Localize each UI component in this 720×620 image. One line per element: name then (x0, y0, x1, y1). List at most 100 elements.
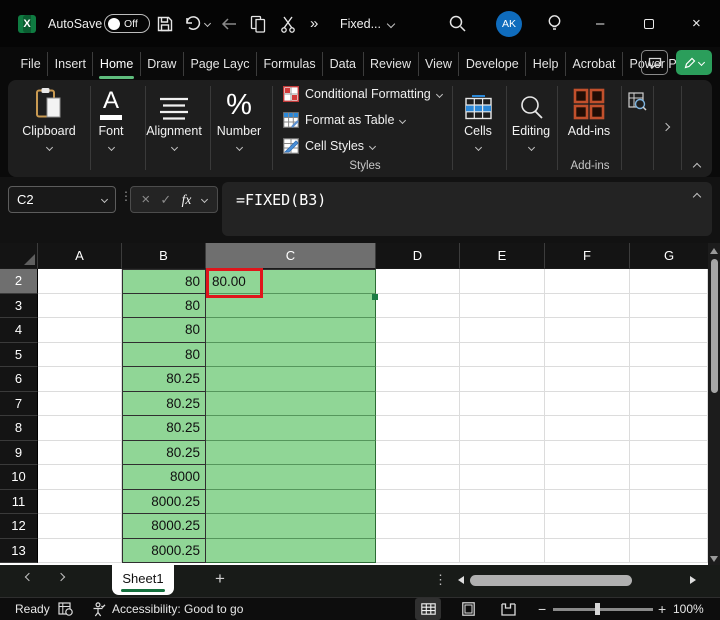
column-header-C[interactable]: C (206, 243, 376, 269)
get-addins-icon[interactable] (628, 92, 647, 116)
addins-group-label[interactable]: Add-ins (571, 160, 610, 172)
cell-C5[interactable] (206, 342, 376, 367)
cell-B10[interactable]: 8000 (122, 465, 206, 490)
row-header-9[interactable]: 9 (0, 440, 38, 465)
cell-G11[interactable] (630, 489, 708, 514)
document-name-dropdown[interactable]: Fixed... (340, 0, 396, 47)
cell-F6[interactable] (545, 367, 630, 392)
cell-E9[interactable] (460, 440, 545, 465)
column-header-D[interactable]: D (376, 243, 460, 269)
cell-G13[interactable] (630, 538, 708, 563)
tab-view[interactable]: View (417, 51, 459, 76)
cell-F4[interactable] (545, 318, 630, 343)
scroll-up-icon[interactable] (710, 248, 718, 254)
cell-F8[interactable] (545, 416, 630, 441)
close-button[interactable]: × (692, 0, 701, 47)
cell-F12[interactable] (545, 514, 630, 539)
row-header-4[interactable]: 4 (0, 318, 38, 343)
minimize-button[interactable]: – (596, 0, 604, 47)
row-header-13[interactable]: 13 (0, 538, 38, 563)
row-header-3[interactable]: 3 (0, 293, 38, 318)
cell-D12[interactable] (376, 514, 460, 539)
tab-insert[interactable]: Insert (47, 51, 92, 76)
tab-formulas[interactable]: Formulas (256, 51, 322, 76)
format-as-table-button[interactable]: Format as Table (283, 112, 407, 128)
maximize-button[interactable] (644, 0, 654, 47)
cell-C13[interactable] (206, 538, 376, 563)
cell-E2[interactable] (460, 269, 545, 294)
cell-F11[interactable] (545, 489, 630, 514)
cell-B12[interactable]: 8000.25 (122, 514, 206, 539)
row-header-7[interactable]: 7 (0, 391, 38, 416)
column-header-G[interactable]: G (630, 243, 708, 269)
sheet-bar-dots-icon[interactable]: ⋮ (434, 572, 447, 588)
cell-E5[interactable] (460, 342, 545, 367)
cell-G9[interactable] (630, 440, 708, 465)
styles-group-label[interactable]: Styles (349, 160, 380, 172)
cell-G3[interactable] (630, 293, 708, 318)
cell-E6[interactable] (460, 367, 545, 392)
cell-F9[interactable] (545, 440, 630, 465)
cell-G6[interactable] (630, 367, 708, 392)
scroll-down-icon[interactable] (710, 556, 718, 562)
conditional-formatting-button[interactable]: Conditional Formatting (283, 86, 443, 102)
cancel-icon[interactable]: × (141, 191, 150, 208)
row-header-8[interactable]: 8 (0, 416, 38, 441)
cell-D3[interactable] (376, 293, 460, 318)
excel-logo-icon[interactable]: X (18, 0, 36, 47)
cell-E8[interactable] (460, 416, 545, 441)
editing-group-button[interactable]: Editing (499, 84, 563, 152)
cell-C10[interactable] (206, 465, 376, 490)
fx-chevron-icon[interactable] (200, 195, 208, 204)
cell-D11[interactable] (376, 489, 460, 514)
zoom-level[interactable]: 100% (673, 598, 704, 620)
autosave-toggle[interactable]: Off (104, 0, 150, 47)
tab-page-layc[interactable]: Page Layc (182, 51, 256, 76)
cell-E10[interactable] (460, 465, 545, 490)
cell-A5[interactable] (38, 342, 122, 367)
column-header-A[interactable]: A (38, 243, 122, 269)
save-button[interactable] (156, 0, 174, 47)
cell-A3[interactable] (38, 293, 122, 318)
cell-A6[interactable] (38, 367, 122, 392)
cell-D5[interactable] (376, 342, 460, 367)
copy-button[interactable] (250, 0, 267, 47)
cell-C7[interactable] (206, 391, 376, 416)
lightbulb-icon[interactable] (547, 0, 562, 47)
tab-review[interactable]: Review (362, 51, 418, 76)
addins-button[interactable]: Add-ins (557, 84, 621, 138)
cell-B3[interactable]: 80 (122, 293, 206, 318)
cell-A7[interactable] (38, 391, 122, 416)
macro-record-icon[interactable] (58, 598, 73, 620)
row-header-2[interactable]: 2 (0, 269, 38, 294)
cell-A12[interactable] (38, 514, 122, 539)
cell-G10[interactable] (630, 465, 708, 490)
cell-B7[interactable]: 80.25 (122, 391, 206, 416)
undo-button[interactable] (184, 0, 212, 47)
row-header-11[interactable]: 11 (0, 489, 38, 514)
cell-B6[interactable]: 80.25 (122, 367, 206, 392)
formula-bar-collapse-icon[interactable] (692, 192, 702, 202)
sheet-prev-icon[interactable] (24, 572, 34, 582)
cell-G12[interactable] (630, 514, 708, 539)
number-group-button[interactable]: % Number (207, 84, 271, 152)
share-button[interactable] (676, 50, 712, 75)
cell-D2[interactable] (376, 269, 460, 294)
tab-acrobat[interactable]: Acrobat (564, 51, 622, 76)
cell-F3[interactable] (545, 293, 630, 318)
select-all-corner[interactable] (0, 243, 38, 269)
zoom-slider-thumb[interactable] (595, 603, 600, 615)
insert-function-button[interactable]: fx (182, 192, 192, 208)
zoom-in-button[interactable]: + (658, 598, 666, 620)
cell-C6[interactable] (206, 367, 376, 392)
comments-button[interactable] (641, 50, 668, 75)
horizontal-scroll-thumb[interactable] (470, 575, 632, 586)
cell-E7[interactable] (460, 391, 545, 416)
cell-G7[interactable] (630, 391, 708, 416)
cell-F13[interactable] (545, 538, 630, 563)
accessibility-status[interactable]: Accessibility: Good to go (112, 598, 243, 620)
fill-handle[interactable] (372, 294, 378, 300)
accessibility-icon[interactable] (92, 598, 106, 620)
add-sheet-button[interactable]: + (215, 569, 225, 589)
cell-A10[interactable] (38, 465, 122, 490)
